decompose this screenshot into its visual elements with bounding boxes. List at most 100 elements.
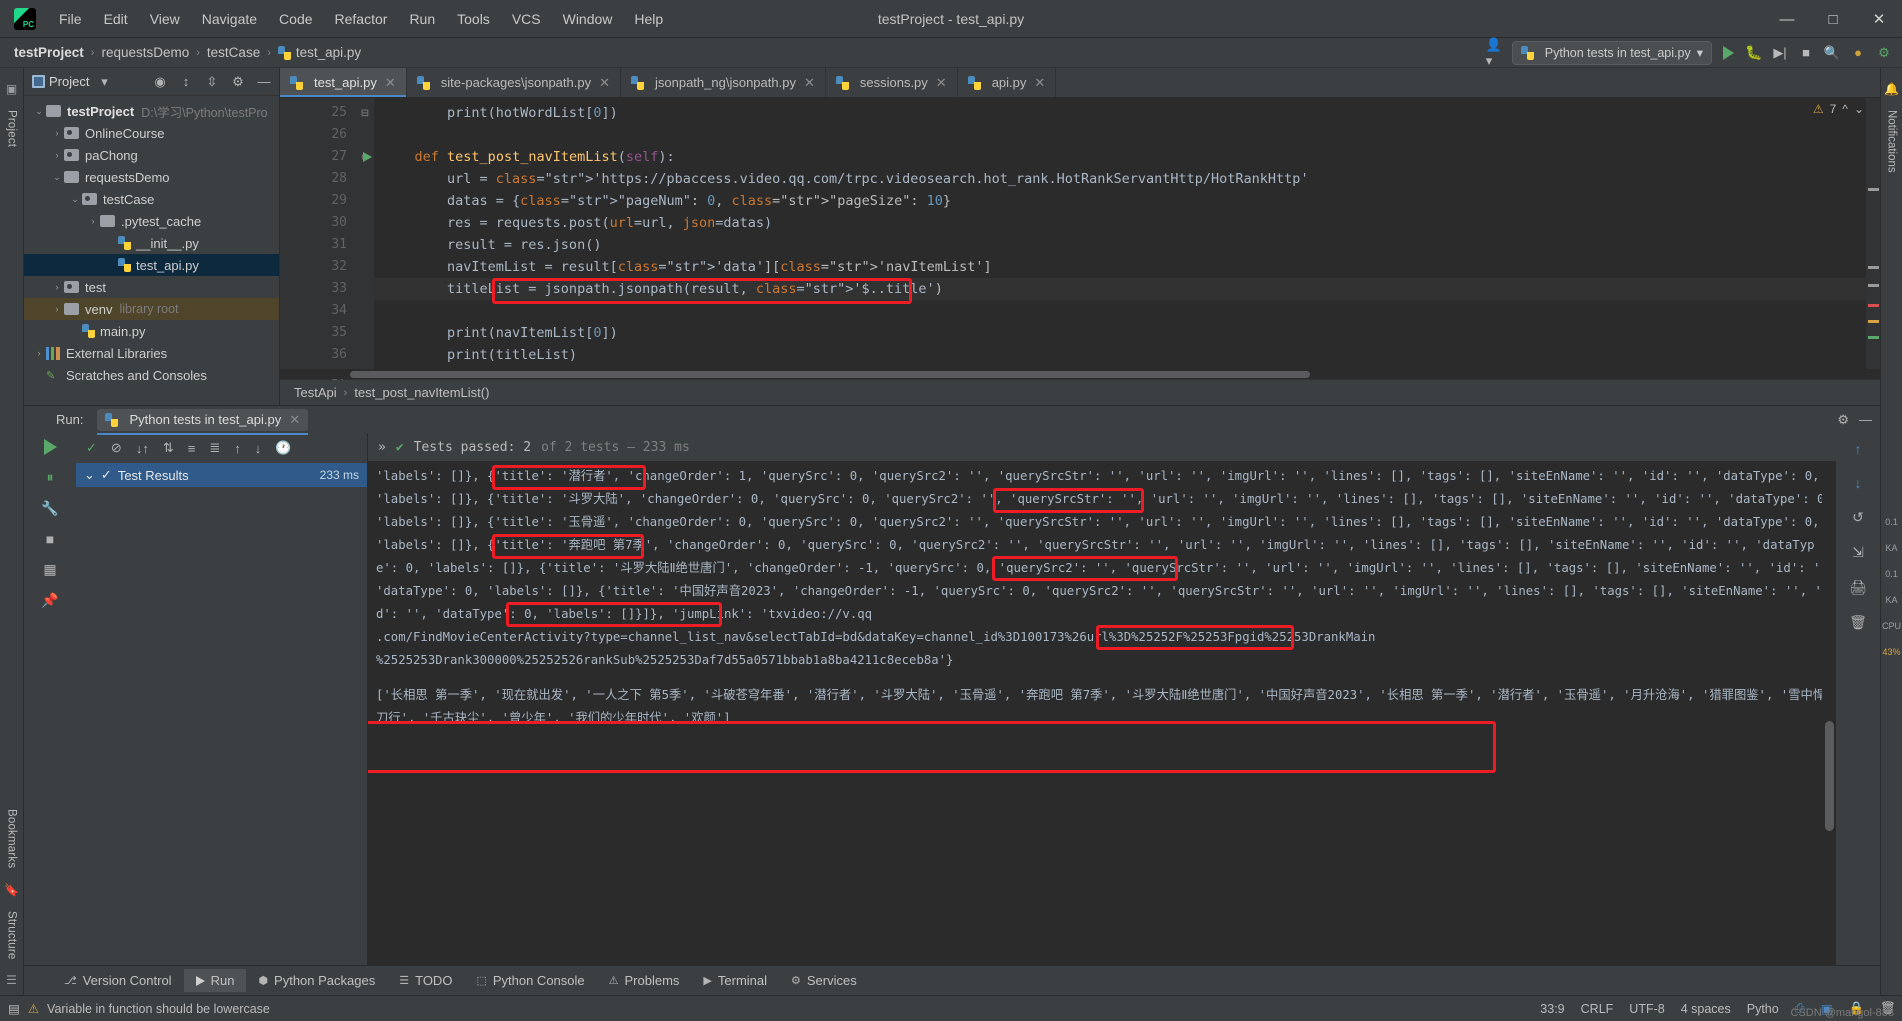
line-number-36[interactable]: 36 bbox=[280, 344, 356, 366]
tree-node---init---py[interactable]: __init__.py bbox=[24, 232, 279, 254]
close-tab-icon[interactable]: ✕ bbox=[599, 75, 610, 91]
bottom-tab-version-control[interactable]: ⎇ Version Control bbox=[52, 969, 184, 992]
bookmark-icon[interactable]: 🔖 bbox=[4, 883, 19, 897]
code-line-26[interactable] bbox=[374, 124, 1866, 146]
fold-marker[interactable] bbox=[356, 278, 374, 300]
scrollbar-thumb[interactable] bbox=[350, 371, 1310, 378]
pin-icon[interactable]: 📌 bbox=[41, 592, 58, 609]
line-number-27[interactable]: 27 bbox=[280, 146, 372, 168]
tree-expand-arrow[interactable]: › bbox=[50, 304, 64, 314]
minimize-button[interactable]: — bbox=[1764, 0, 1810, 38]
settings-gear-icon[interactable]: ⚙ bbox=[227, 71, 249, 93]
fold-marker[interactable] bbox=[356, 168, 374, 190]
strip-label-structure[interactable]: Structure bbox=[6, 905, 18, 965]
show-ignored-icon[interactable]: ⊘ bbox=[111, 440, 122, 456]
tree-node-test-api-py[interactable]: test_api.py bbox=[24, 254, 279, 276]
menu-file[interactable]: File bbox=[48, 7, 93, 31]
tree-expand-arrow[interactable]: › bbox=[50, 282, 64, 292]
line-number-35[interactable]: 35 bbox=[280, 322, 356, 344]
toggle-auto-test-icon[interactable]: ⏸ bbox=[47, 469, 54, 486]
collapse-all-icon[interactable]: ⇳ bbox=[201, 71, 223, 93]
select-opened-file-icon[interactable]: ◉ bbox=[149, 71, 171, 93]
fold-marker[interactable] bbox=[356, 344, 374, 366]
export-icon[interactable]: ⇲ bbox=[1852, 544, 1864, 561]
settings-gear-icon[interactable]: ⚙ bbox=[1874, 42, 1894, 64]
run-session-tab[interactable]: Python tests in test_api.py ✕ bbox=[97, 408, 309, 435]
breadcrumb-testcase[interactable]: testCase bbox=[207, 45, 260, 60]
run-test-gutter-icon[interactable] bbox=[363, 152, 372, 162]
menu-vcs[interactable]: VCS bbox=[501, 7, 552, 31]
tree-node-test[interactable]: › test bbox=[24, 276, 279, 298]
structure-icon[interactable]: ☰ bbox=[6, 973, 17, 987]
toggle-tool-windows-icon[interactable]: ▤ bbox=[8, 1001, 20, 1016]
tree-node-onlinecourse[interactable]: › OnlineCourse bbox=[24, 122, 279, 144]
line-number-28[interactable]: 28 bbox=[280, 168, 356, 190]
bottom-tab-todo[interactable]: ☰ TODO bbox=[387, 969, 464, 992]
line-number-29[interactable]: 29 bbox=[280, 190, 356, 212]
editor-tab-api-py[interactable]: api.py ✕ bbox=[958, 68, 1057, 97]
maximize-button[interactable]: □ bbox=[1810, 0, 1856, 38]
editor-tab-jsonpath-ng-jsonpath-py[interactable]: jsonpath_ng\jsonpath.py ✕ bbox=[621, 68, 826, 97]
line-number-32[interactable]: 32 bbox=[280, 256, 356, 278]
run-button[interactable] bbox=[1718, 42, 1738, 64]
code-line-27[interactable]: def test_post_navItemList(self): bbox=[374, 146, 1866, 168]
chevron-down-icon[interactable]: ⌄ bbox=[84, 467, 95, 483]
rerun-button[interactable] bbox=[43, 439, 57, 455]
tree-expand-arrow[interactable]: › bbox=[86, 216, 100, 226]
stop-button[interactable]: ■ bbox=[1796, 42, 1816, 64]
source-code[interactable]: print(hotWordList[0]) def test_post_navI… bbox=[374, 98, 1866, 369]
hide-panel-icon[interactable]: — bbox=[1859, 412, 1872, 427]
menu-edit[interactable]: Edit bbox=[93, 7, 139, 31]
collapse-all-icon[interactable]: ≣ bbox=[209, 440, 220, 456]
code-line-35[interactable]: print(navItemList[0]) bbox=[374, 322, 1866, 344]
strip-label-bookmarks[interactable]: Bookmarks bbox=[6, 803, 18, 874]
inspection-warnings[interactable]: ⚠ 7 ^ ⌄ bbox=[1813, 102, 1864, 116]
fold-marker[interactable] bbox=[356, 212, 374, 234]
line-number-31[interactable]: 31 bbox=[280, 234, 356, 256]
scroll-up-icon[interactable]: ↑ bbox=[1855, 441, 1862, 457]
run-with-coverage-button[interactable]: ▶| bbox=[1770, 42, 1790, 64]
menu-run[interactable]: Run bbox=[398, 7, 446, 31]
menu-help[interactable]: Help bbox=[623, 7, 674, 31]
bottom-tab-services[interactable]: ⚙ Services bbox=[779, 969, 869, 992]
search-icon[interactable]: 🔍 bbox=[1822, 42, 1842, 64]
code-line-31[interactable]: result = res.json() bbox=[374, 234, 1866, 256]
clear-all-icon[interactable]: 🗑 bbox=[1849, 614, 1867, 631]
close-tab-icon[interactable]: ✕ bbox=[385, 75, 396, 91]
code-line-36[interactable]: print(titleList) bbox=[374, 344, 1866, 366]
scrollbar-thumb[interactable] bbox=[1825, 721, 1834, 831]
editor-scrollbar-minimap[interactable] bbox=[1866, 98, 1880, 369]
close-tab-icon[interactable]: ✕ bbox=[936, 75, 947, 91]
tree-expand-arrow[interactable]: › bbox=[50, 128, 64, 138]
tree-expand-arrow[interactable]: › bbox=[32, 348, 46, 358]
run-configuration-selector[interactable]: Python tests in test_api.py ▾ bbox=[1511, 40, 1712, 65]
tree-node-venv[interactable]: › venv library root bbox=[24, 298, 279, 320]
notifications-bell-icon[interactable]: 🔔 bbox=[1884, 82, 1899, 96]
breadcrumb-testproject[interactable]: testProject bbox=[14, 45, 84, 60]
updates-icon[interactable]: ● bbox=[1848, 42, 1868, 64]
tree-node-testcase[interactable]: ⌄ testCase bbox=[24, 188, 279, 210]
soft-wrap-icon[interactable]: ↺ bbox=[1852, 509, 1864, 526]
close-tab-icon[interactable]: ✕ bbox=[804, 75, 815, 91]
tree-expand-arrow[interactable]: ⌄ bbox=[32, 106, 46, 117]
console-scrollbar[interactable] bbox=[1822, 461, 1836, 965]
fold-marker[interactable]: ⊟ bbox=[356, 102, 374, 124]
tree-node-requestsdemo[interactable]: ⌄ requestsDemo bbox=[24, 166, 279, 188]
stop-icon[interactable]: ■ bbox=[46, 531, 54, 547]
code-line-30[interactable]: res = requests.post(url=url, json=datas) bbox=[374, 212, 1866, 234]
hide-panel-icon[interactable]: — bbox=[253, 71, 275, 93]
menu-code[interactable]: Code bbox=[268, 7, 323, 31]
python-interpreter[interactable]: Pytho bbox=[1747, 1002, 1779, 1016]
fold-marker[interactable] bbox=[356, 190, 374, 212]
chevron-down-icon[interactable]: ▾ bbox=[93, 71, 115, 93]
fold-marker[interactable] bbox=[356, 322, 374, 344]
line-number-34[interactable]: 34 bbox=[280, 300, 356, 322]
layout-icon[interactable]: ▦ bbox=[43, 561, 56, 578]
editor-tab-site-packages-jsonpath-py[interactable]: site-packages\jsonpath.py ✕ bbox=[407, 68, 621, 97]
tree-expand-arrow[interactable]: ⌄ bbox=[50, 172, 64, 183]
caret-position[interactable]: 33:9 bbox=[1540, 1002, 1564, 1016]
code-line-28[interactable]: url = class="str">'https://pbaccess.vide… bbox=[374, 168, 1866, 190]
code-editor[interactable]: 25262728293031323334353637 ⊟⊖ print(hotW… bbox=[280, 98, 1880, 384]
scroll-down-icon[interactable]: ↓ bbox=[1855, 475, 1862, 491]
chevron-up-icon[interactable]: ^ bbox=[1842, 102, 1848, 116]
